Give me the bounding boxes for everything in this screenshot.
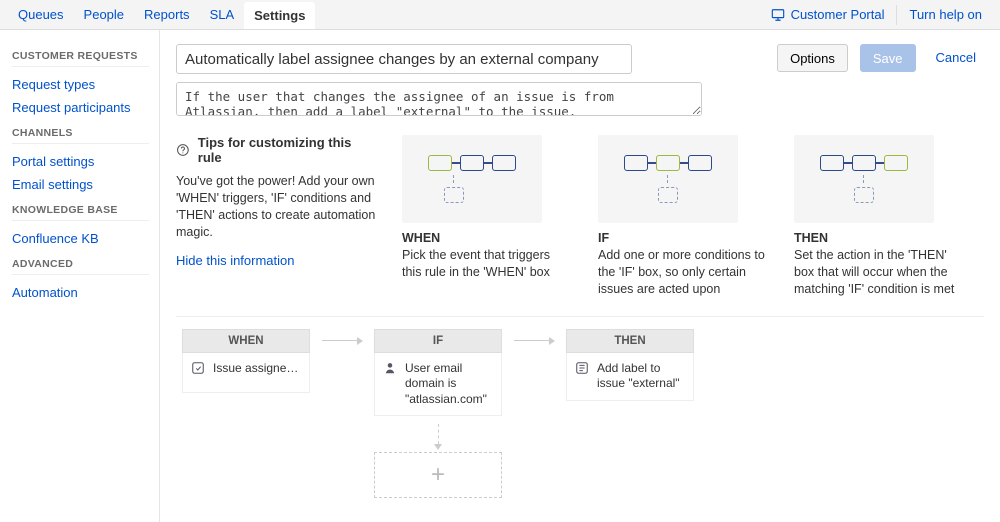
hide-tips-link[interactable]: Hide this information	[176, 253, 376, 268]
monitor-icon	[771, 8, 785, 22]
tip-title-when: WHEN	[402, 231, 572, 245]
rule-name-input[interactable]	[176, 44, 632, 74]
nav-sla[interactable]: SLA	[200, 1, 245, 28]
tip-thumb-if	[598, 135, 738, 223]
issue-icon	[191, 361, 205, 375]
stage-if-header: IF	[374, 329, 502, 353]
settings-sidebar: CUSTOMER REQUESTS Request types Request …	[0, 30, 160, 522]
tips-body: You've got the power! Add your own 'WHEN…	[176, 173, 376, 241]
nav-reports[interactable]: Reports	[134, 1, 200, 28]
if-item-label: User email domain is "atlassian.com"	[405, 361, 493, 408]
tip-card-then: THEN Set the action in the 'THEN' box th…	[794, 135, 964, 298]
save-button[interactable]: Save	[860, 44, 916, 72]
nav-settings[interactable]: Settings	[244, 2, 315, 29]
sidebar-item-request-participants[interactable]: Request participants	[12, 96, 149, 119]
divider	[176, 316, 984, 317]
arrow-when-if	[310, 329, 374, 353]
sidebar-section-knowledge-base: KNOWLEDGE BASE	[12, 204, 149, 221]
divider	[896, 5, 897, 25]
question-circle-icon	[176, 143, 190, 157]
sidebar-section-customer-requests: CUSTOMER REQUESTS	[12, 50, 149, 67]
cancel-link[interactable]: Cancel	[928, 44, 984, 71]
arrow-if-then	[502, 329, 566, 353]
turn-help-on-link[interactable]: Turn help on	[899, 1, 992, 28]
sidebar-section-channels: CHANNELS	[12, 127, 149, 144]
then-item-label: Add label to issue "external"	[597, 361, 685, 392]
sidebar-section-advanced: ADVANCED	[12, 258, 149, 275]
stage-then-header: THEN	[566, 329, 694, 353]
customer-portal-label: Customer Portal	[791, 7, 885, 22]
tips-title: Tips for customizing this rule	[198, 135, 376, 165]
tip-text-if: Add one or more conditions to the 'IF' b…	[598, 247, 768, 298]
top-nav: Queues People Reports SLA Settings Custo…	[0, 0, 1000, 30]
tip-text-then: Set the action in the 'THEN' box that wi…	[794, 247, 964, 298]
tip-thumb-then	[794, 135, 934, 223]
tip-card-when: WHEN Pick the event that triggers this r…	[402, 135, 572, 281]
rule-description-input[interactable]: If the user that changes the assignee of…	[176, 82, 702, 116]
sidebar-item-email-settings[interactable]: Email settings	[12, 173, 149, 196]
tip-thumb-when	[402, 135, 542, 223]
tip-title-if: IF	[598, 231, 768, 245]
add-condition-button[interactable]: +	[374, 452, 502, 498]
stage-if[interactable]: IF User email domain is "atlassian.com"	[374, 329, 502, 417]
main-content: Options Save Cancel If the user that cha…	[160, 30, 1000, 522]
stage-when-header: WHEN	[182, 329, 310, 353]
rule-builder: WHEN Issue assignee c... IF	[182, 329, 984, 499]
nav-queues[interactable]: Queues	[8, 1, 74, 28]
stage-when[interactable]: WHEN Issue assignee c...	[182, 329, 310, 393]
tip-card-if: IF Add one or more conditions to the 'IF…	[598, 135, 768, 298]
nav-people[interactable]: People	[74, 1, 134, 28]
sidebar-item-request-types[interactable]: Request types	[12, 73, 149, 96]
arrow-if-add	[434, 422, 442, 452]
user-icon	[383, 361, 397, 375]
sidebar-item-portal-settings[interactable]: Portal settings	[12, 150, 149, 173]
options-button[interactable]: Options	[777, 44, 848, 72]
sidebar-item-automation[interactable]: Automation	[12, 281, 149, 304]
label-icon	[575, 361, 589, 375]
stage-then[interactable]: THEN Add label to issue "external"	[566, 329, 694, 401]
when-item-label: Issue assignee c...	[213, 361, 301, 375]
tip-title-then: THEN	[794, 231, 964, 245]
customer-portal-link[interactable]: Customer Portal	[761, 1, 895, 28]
tip-text-when: Pick the event that triggers this rule i…	[402, 247, 572, 281]
sidebar-item-confluence-kb[interactable]: Confluence KB	[12, 227, 149, 250]
